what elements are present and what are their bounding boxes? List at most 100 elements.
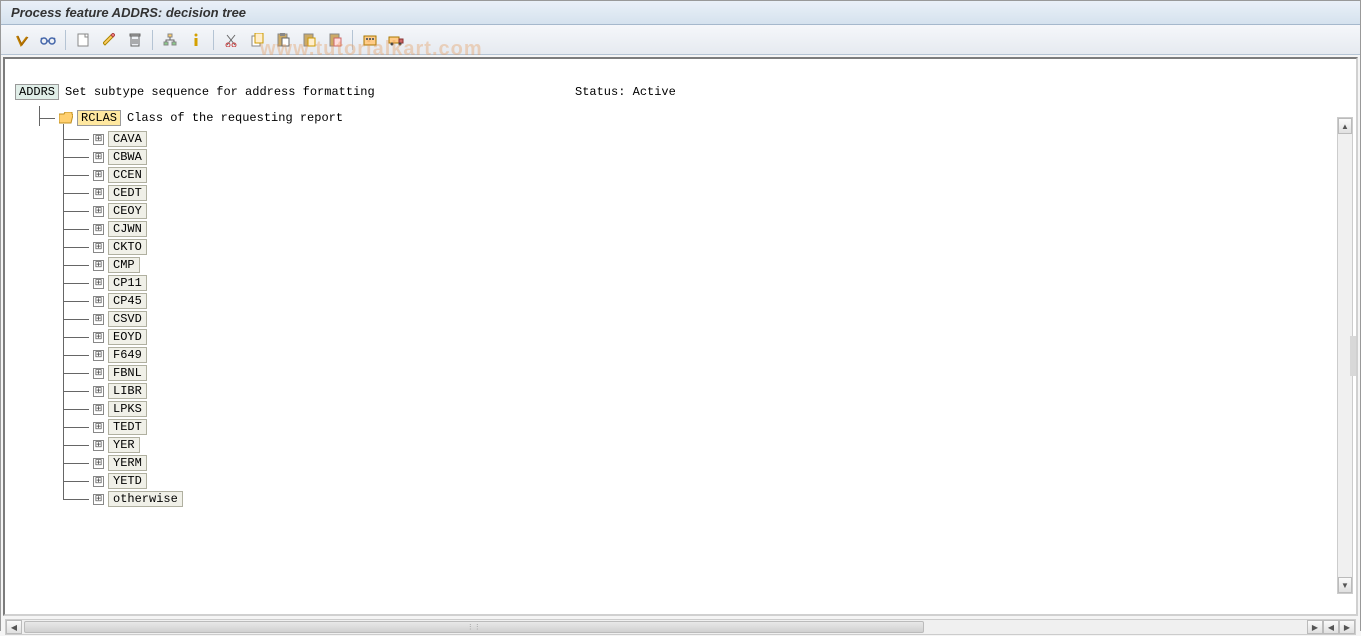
leaf-label: CMP — [108, 257, 140, 273]
container-button[interactable] — [359, 29, 381, 51]
expand-icon[interactable]: ⊞ — [93, 314, 104, 325]
expand-icon[interactable]: ⊞ — [93, 476, 104, 487]
leaf-label: CJWN — [108, 221, 147, 237]
tree-leaf[interactable]: ⊞ LIBR — [63, 382, 1346, 400]
scrollbar-track[interactable]: ⋮⋮ — [22, 620, 1307, 634]
tree-leaf[interactable]: ⊞CEOY — [63, 202, 1346, 220]
scrollbar-track[interactable] — [1338, 134, 1352, 577]
tree-leaf[interactable]: ⊞TEDT — [63, 418, 1346, 436]
tree-leaf[interactable]: ⊞ YERM — [63, 454, 1346, 472]
cut-button[interactable] — [220, 29, 242, 51]
expand-icon[interactable]: ⊞ — [93, 368, 104, 379]
expand-icon[interactable]: ⊞ — [93, 152, 104, 163]
tree-leaf[interactable]: ⊞FBNL — [63, 364, 1346, 382]
toolbar-separator — [152, 30, 153, 50]
leaf-label: CP11 — [108, 275, 147, 291]
paste-button[interactable] — [272, 29, 294, 51]
tree-root[interactable]: ADDRS Set subtype sequence for address f… — [15, 84, 1346, 100]
expand-icon[interactable]: ⊞ — [93, 278, 104, 289]
expand-icon[interactable]: ⊞ — [93, 188, 104, 199]
leaf-label: otherwise — [108, 491, 183, 507]
unpin-button[interactable] — [324, 29, 346, 51]
scrollbar-grip[interactable] — [1350, 336, 1356, 376]
tree-leaf[interactable]: ⊞CKTO — [63, 238, 1346, 256]
expand-icon[interactable]: ⊞ — [93, 422, 104, 433]
new-icon — [77, 33, 89, 47]
expand-icon[interactable]: ⊞ — [93, 170, 104, 181]
leaf-label: YER — [108, 437, 140, 453]
check-icon — [15, 33, 29, 47]
leaf-label: F649 — [108, 347, 147, 363]
expand-icon[interactable]: ⊞ — [93, 242, 104, 253]
root-description: Set subtype sequence for address formatt… — [65, 85, 375, 99]
container-icon — [363, 34, 377, 46]
tree-leaf[interactable]: ⊞ F649 — [63, 346, 1346, 364]
expand-icon[interactable]: ⊞ — [93, 224, 104, 235]
expand-icon[interactable]: ⊞ — [93, 260, 104, 271]
leaf-label: LPKS — [108, 401, 147, 417]
cut-icon — [225, 33, 237, 47]
leaf-label: YERM — [108, 455, 147, 471]
edit-button[interactable] — [98, 29, 120, 51]
copy-button[interactable] — [246, 29, 268, 51]
pin-icon — [303, 33, 316, 47]
horizontal-scrollbar[interactable]: ◀ ⋮⋮ ▶ ◀ ▶ — [5, 619, 1356, 635]
tree-leaf[interactable]: ⊞CCEN — [63, 166, 1346, 184]
tree-leaf[interactable]: ⊞ YETD — [63, 472, 1346, 490]
tree-leaf[interactable]: ⊞ YER — [63, 436, 1346, 454]
expand-icon[interactable]: ⊞ — [93, 332, 104, 343]
expand-icon[interactable]: ⊞ — [93, 458, 104, 469]
tree-branch-wrapper: RCLAS Class of the requesting report ⊞CA… — [39, 110, 1346, 508]
branch-description: Class of the requesting report — [127, 111, 343, 125]
scroll-right-icon[interactable]: ▶ — [1307, 620, 1323, 634]
new-button[interactable] — [72, 29, 94, 51]
root-code: ADDRS — [15, 84, 59, 100]
vertical-scrollbar[interactable]: ▲ ▼ — [1337, 117, 1353, 594]
expand-icon[interactable]: ⊞ — [93, 134, 104, 145]
folder-open-icon — [59, 112, 73, 124]
expand-icon[interactable]: ⊞ — [93, 296, 104, 307]
tree-leaf[interactable]: ⊞ CBWA — [63, 148, 1346, 166]
copy-icon — [251, 33, 264, 47]
expand-icon[interactable]: ⊞ — [93, 350, 104, 361]
scroll-up-icon[interactable]: ▲ — [1338, 118, 1352, 134]
tree-leaf[interactable]: ⊞ CMP — [63, 256, 1346, 274]
expand-icon[interactable]: ⊞ — [93, 440, 104, 451]
tree-children: ⊞CAVA⊞CBWA⊞CCEN⊞CEDT⊞CEOY⊞CJWN⊞CKTO⊞CMP⊞… — [63, 130, 1346, 508]
tree-branch[interactable]: RCLAS Class of the requesting report — [39, 110, 1346, 126]
expand-icon[interactable]: ⊞ — [93, 494, 104, 505]
tree-leaf[interactable]: ⊞ LPKS — [63, 400, 1346, 418]
check-button[interactable] — [11, 29, 33, 51]
tree-leaf[interactable]: ⊞CAVA — [63, 130, 1346, 148]
info-button[interactable] — [185, 29, 207, 51]
leaf-label: YETD — [108, 473, 147, 489]
tree-leaf[interactable]: ⊞CP45 — [63, 292, 1346, 310]
tree-leaf[interactable]: ⊞CSVD — [63, 310, 1346, 328]
leaf-label: LIBR — [108, 383, 147, 399]
scrollbar-thumb[interactable]: ⋮⋮ — [24, 621, 924, 633]
scroll-left-icon[interactable]: ◀ — [6, 620, 22, 634]
scroll-down-icon[interactable]: ▼ — [1338, 577, 1352, 593]
hierarchy-button[interactable] — [159, 29, 181, 51]
expand-icon[interactable]: ⊞ — [93, 386, 104, 397]
leaf-label: CBWA — [108, 149, 147, 165]
tree-leaf[interactable]: ⊞ CJWN — [63, 220, 1346, 238]
display-button[interactable] — [37, 29, 59, 51]
toolbar-separator — [213, 30, 214, 50]
expand-icon[interactable]: ⊞ — [93, 404, 104, 415]
delete-button[interactable] — [124, 29, 146, 51]
scroll-right-icon-2[interactable]: ▶ — [1339, 620, 1355, 634]
tree-leaf[interactable]: ⊞ CP11 — [63, 274, 1346, 292]
tree-container: ADDRS Set subtype sequence for address f… — [5, 59, 1356, 614]
page-title: Process feature ADDRS: decision tree — [11, 5, 246, 20]
expand-icon[interactable]: ⊞ — [93, 206, 104, 217]
content-area: ADDRS Set subtype sequence for address f… — [3, 57, 1358, 616]
tree-leaf[interactable]: ⊞CEDT — [63, 184, 1346, 202]
tree-leaf[interactable]: ⊞ otherwise — [63, 490, 1346, 508]
pin-button[interactable] — [298, 29, 320, 51]
title-bar: Process feature ADDRS: decision tree — [1, 1, 1360, 25]
info-icon — [191, 33, 201, 47]
transport-button[interactable] — [385, 29, 407, 51]
tree-leaf[interactable]: ⊞EOYD — [63, 328, 1346, 346]
scroll-left-icon-2[interactable]: ◀ — [1323, 620, 1339, 634]
